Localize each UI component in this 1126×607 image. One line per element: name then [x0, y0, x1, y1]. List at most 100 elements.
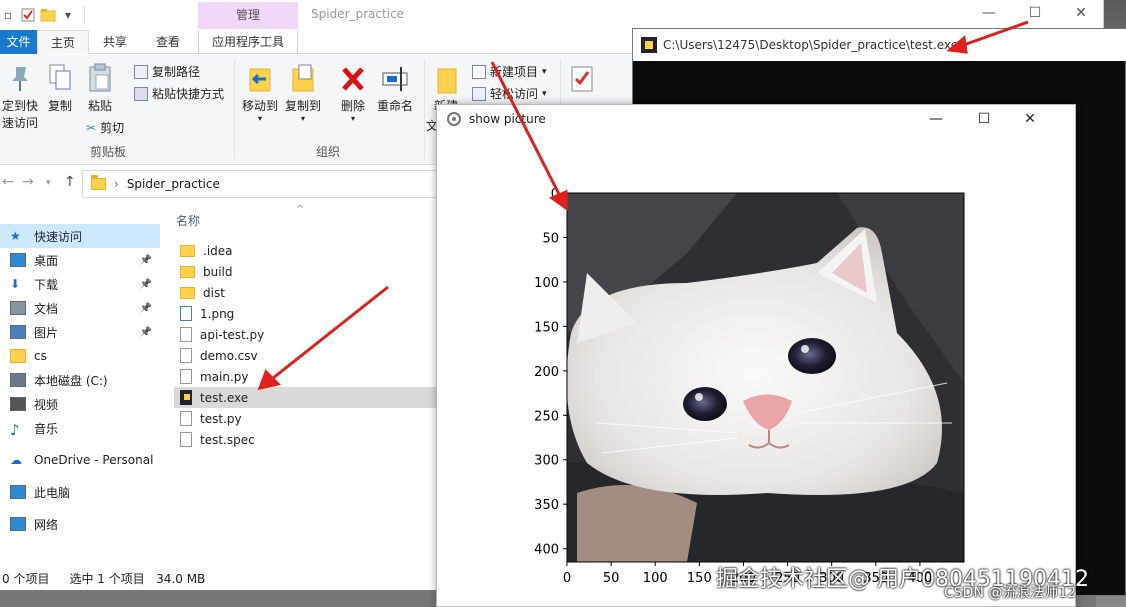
- file-icon: [180, 327, 192, 342]
- properties-icon[interactable]: [20, 7, 36, 23]
- show-picture-title: show picture: [469, 112, 546, 126]
- y-tick-label: 200: [534, 365, 559, 380]
- image-plot: 0 50 100 150 200 250 300 350 400 0 50 100 150 200 250…: [534, 187, 965, 586]
- easy-access-button[interactable]: 轻松访问 ▾: [472, 85, 547, 102]
- easy-access-dropdown-icon: ▾: [542, 88, 547, 99]
- nav-item-1[interactable]: 桌面 📌: [0, 248, 160, 272]
- up-button[interactable]: ↑: [64, 174, 76, 190]
- file-row[interactable]: .idea: [174, 240, 434, 261]
- back-button[interactable]: ←: [2, 174, 14, 190]
- file-row[interactable]: main.py: [174, 366, 434, 387]
- picture-close-button[interactable]: ✕: [1007, 105, 1053, 133]
- picture-maximize-button[interactable]: ☐: [961, 105, 1007, 133]
- new-item-button[interactable]: 新建项目 ▾: [472, 63, 547, 80]
- forward-button[interactable]: →: [22, 174, 34, 190]
- pin-icon: 📌: [139, 254, 152, 266]
- nav-item-9[interactable]: ☁ OneDrive - Personal: [0, 448, 160, 472]
- quick-access-toolbar: ▫ ▾: [0, 5, 85, 25]
- file-row[interactable]: test.exe: [174, 387, 444, 408]
- y-tick-label: 50: [542, 231, 559, 246]
- file-row[interactable]: demo.csv: [174, 345, 434, 366]
- maximize-button[interactable]: ☐: [1012, 0, 1058, 28]
- file-row[interactable]: api-test.py: [174, 324, 434, 345]
- sort-indicator-icon: ^: [296, 204, 305, 215]
- paste-shortcut-icon: [134, 86, 148, 101]
- copy-button[interactable]: 复制: [44, 63, 76, 114]
- delete-x-icon: [342, 67, 364, 91]
- pin-label-1: 定到快: [1, 99, 38, 113]
- save-icon[interactable]: ▫: [0, 7, 16, 23]
- nav-item-5[interactable]: cs: [0, 344, 160, 368]
- nav-item-3[interactable]: 文档 📌: [0, 296, 160, 320]
- tab-view[interactable]: 查看: [142, 30, 194, 54]
- file-row[interactable]: test.spec: [174, 429, 434, 450]
- exe-icon: [180, 390, 192, 405]
- picture-minimize-button[interactable]: —: [913, 105, 959, 133]
- properties-button[interactable]: [566, 63, 598, 97]
- nav-item-4[interactable]: 图片 📌: [0, 320, 160, 344]
- tab-application-tools[interactable]: 应用程序工具: [198, 30, 298, 54]
- tab-home[interactable]: 主页: [37, 30, 89, 54]
- nav-item-8[interactable]: ♪ 音乐: [0, 416, 160, 440]
- file-row[interactable]: build: [174, 261, 434, 282]
- copy-path-button[interactable]: 复制路径: [134, 63, 200, 80]
- column-header-name[interactable]: 名称: [176, 212, 200, 229]
- delete-button[interactable]: 删除 ▾: [338, 63, 368, 123]
- copy-path-icon: [134, 64, 148, 79]
- pin-icon: 📌: [139, 278, 152, 290]
- tab-share[interactable]: 共享: [90, 30, 140, 54]
- manage-context-tab[interactable]: 管理: [198, 2, 298, 29]
- document-icon: [10, 301, 26, 315]
- paste-button[interactable]: 粘贴: [84, 63, 116, 114]
- nav-item-10[interactable]: 此电脑: [0, 480, 160, 504]
- new-item-label: 新建项目: [490, 65, 539, 79]
- address-bar[interactable]: › Spider_practice: [82, 170, 442, 198]
- x-tick-label: 0: [563, 571, 571, 586]
- recent-locations-icon[interactable]: ▾: [46, 178, 51, 188]
- close-button[interactable]: ✕: [1058, 0, 1103, 28]
- nav-item-label: 视频: [34, 397, 59, 412]
- tab-file[interactable]: 文件: [0, 30, 37, 54]
- cat-photo: [567, 193, 964, 562]
- new-folder-icon[interactable]: [40, 7, 56, 23]
- file-name: 1.png: [200, 306, 235, 321]
- nav-item-11[interactable]: 网络: [0, 512, 160, 536]
- cut-button[interactable]: ✂ 剪切: [86, 119, 124, 136]
- file-icon: [180, 411, 192, 426]
- x-tick-label: 150: [687, 571, 712, 586]
- folder-icon: [180, 265, 195, 278]
- app-gear-icon: [447, 112, 461, 126]
- copy-label: 复制: [47, 99, 72, 113]
- nav-item-2[interactable]: ⬇ 下载 📌: [0, 272, 160, 296]
- status-size: 34.0 MB: [156, 571, 206, 586]
- move-to-button[interactable]: 移动到 ▾: [240, 63, 280, 123]
- file-row[interactable]: 1.png: [174, 303, 434, 324]
- rename-button[interactable]: 重命名: [374, 63, 416, 114]
- nav-item-0[interactable]: ★ 快速访问: [0, 224, 160, 248]
- customize-qat-icon[interactable]: ▾: [60, 7, 76, 23]
- nav-item-7[interactable]: 视频: [0, 392, 160, 416]
- copy-to-label: 复制到: [284, 99, 321, 113]
- cloud-icon: ☁: [10, 453, 22, 467]
- nav-item-label: 此电脑: [34, 485, 71, 500]
- breadcrumb-folder[interactable]: Spider_practice: [127, 177, 220, 191]
- clipboard-group-label: 剪贴板: [90, 145, 127, 159]
- nav-item-6[interactable]: 本地磁盘 (C:): [0, 368, 160, 392]
- rename-icon: [382, 67, 408, 91]
- paste-shortcut-button[interactable]: 粘贴快捷方式: [134, 85, 224, 102]
- minimize-button[interactable]: —: [966, 0, 1012, 28]
- folder-icon: [180, 286, 195, 299]
- status-item-count: 0 个项目: [2, 571, 50, 586]
- scissors-icon: ✂: [86, 120, 97, 135]
- file-row[interactable]: test.py: [174, 408, 434, 429]
- folder-icon: [10, 349, 26, 363]
- pin-icon: 📌: [139, 302, 152, 314]
- y-tick-label: 100: [534, 276, 559, 291]
- easy-access-label: 轻松访问: [490, 87, 539, 101]
- video-icon: [10, 397, 26, 411]
- star-icon: ★: [10, 229, 21, 243]
- file-row[interactable]: dist: [174, 282, 434, 303]
- copy-to-button[interactable]: 复制到 ▾: [283, 63, 323, 123]
- pin-to-quick-access-button[interactable]: 定到快 速访问: [0, 63, 40, 131]
- new-item-icon: [472, 64, 486, 79]
